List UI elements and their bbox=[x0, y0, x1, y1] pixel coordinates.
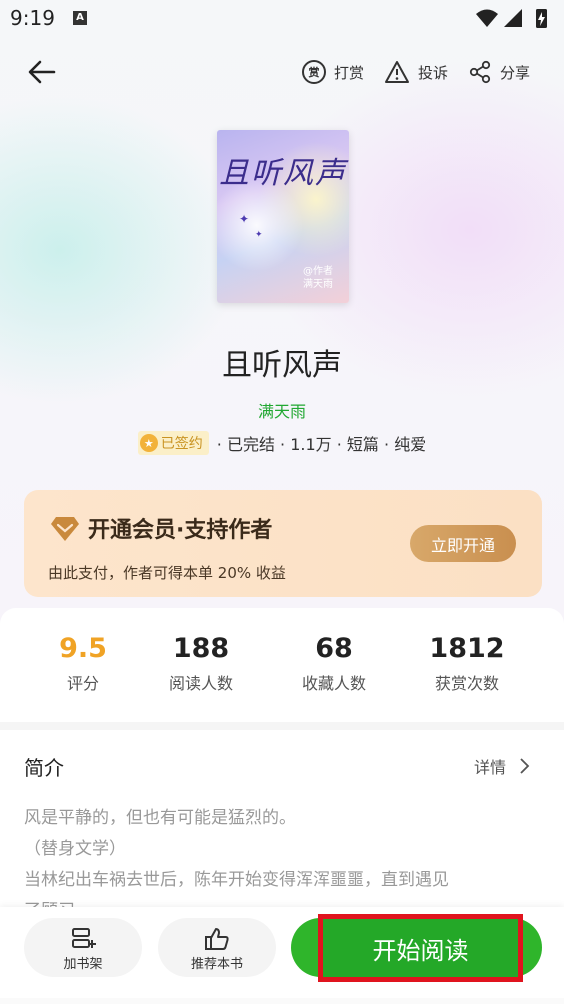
report-label: 投诉 bbox=[418, 63, 449, 82]
stat-rewards: 1812 获赏次数 bbox=[429, 633, 505, 693]
status-icons bbox=[474, 7, 554, 35]
warning-icon bbox=[385, 61, 409, 83]
reward-label: 打赏 bbox=[334, 63, 365, 82]
start-reading-button[interactable]: 开始阅读 bbox=[318, 914, 523, 982]
status-bar: 9:19 A bbox=[0, 0, 564, 38]
wifi-icon bbox=[476, 9, 498, 27]
book-cover[interactable]: 且听风声 ✦ ✦ @作者 满天雨 bbox=[217, 130, 349, 303]
vip-description: 由此支付，作者可得本单 20% 收益 bbox=[48, 564, 286, 582]
open-vip-button[interactable]: 立即开通 bbox=[410, 525, 516, 562]
book-meta: ★ 已签约 · 已完结 · 1.1万 · 短篇 · 纯爱 bbox=[0, 431, 564, 455]
back-button[interactable] bbox=[26, 58, 58, 86]
medal-icon: ★ bbox=[139, 434, 158, 452]
cover-title: 且听风声 bbox=[219, 156, 347, 191]
add-to-shelf-button[interactable]: 加书架 bbox=[24, 918, 142, 977]
report-button[interactable]: 投诉 bbox=[384, 58, 448, 86]
status-time: 9:19 bbox=[10, 6, 55, 30]
intro-detail-link[interactable]: 详情 bbox=[474, 754, 534, 778]
thumbs-up-icon bbox=[203, 926, 231, 956]
signed-badge: ★ 已签约 bbox=[137, 431, 209, 455]
intro-section: 简介 详情 风是平静的，但也有可能是猛烈的。 （替身文学） 当林纪出车祸去世后，… bbox=[0, 730, 564, 930]
diamond-icon bbox=[50, 516, 80, 546]
book-status-meta: · 已完结 · 1.1万 · 短篇 · 纯爱 bbox=[216, 435, 427, 454]
recommend-button[interactable]: 推荐本书 bbox=[158, 918, 276, 977]
reward-button[interactable]: 赏 打赏 bbox=[302, 58, 364, 86]
notification-icon: A bbox=[73, 11, 87, 25]
signal-icon bbox=[504, 9, 522, 27]
top-nav: 赏 打赏 投诉 分享 bbox=[0, 50, 564, 94]
share-button[interactable]: 分享 bbox=[468, 58, 530, 86]
bookshelf-add-icon bbox=[69, 926, 97, 956]
star-icon: ✦ bbox=[255, 230, 263, 240]
section-divider bbox=[0, 722, 564, 730]
vip-promo-card[interactable]: 开通会员·支持作者 由此支付，作者可得本单 20% 收益 立即开通 bbox=[24, 490, 542, 597]
vip-title: 开通会员·支持作者 bbox=[88, 518, 273, 543]
reward-icon: 赏 bbox=[302, 60, 326, 84]
stats-card: 9.5 评分 188 阅读人数 68 收藏人数 1812 获赏次数 bbox=[0, 608, 564, 722]
start-reading-label: 开始阅读 bbox=[372, 936, 469, 965]
chevron-right-icon bbox=[520, 758, 530, 774]
back-arrow-icon bbox=[28, 60, 56, 84]
cover-author: @作者 满天雨 bbox=[303, 266, 333, 290]
intro-heading: 简介 bbox=[24, 756, 64, 780]
stat-favorites: 68 收藏人数 bbox=[301, 633, 366, 693]
stat-readers: 188 阅读人数 bbox=[168, 633, 233, 693]
stat-rating: 9.5 评分 bbox=[59, 633, 107, 693]
share-icon bbox=[469, 60, 491, 84]
share-label: 分享 bbox=[500, 63, 531, 82]
home-indicator bbox=[0, 998, 564, 1004]
star-icon: ✦ bbox=[239, 212, 250, 226]
author-link[interactable]: 满天雨 bbox=[0, 398, 564, 422]
book-title: 且听风声 bbox=[222, 348, 342, 383]
